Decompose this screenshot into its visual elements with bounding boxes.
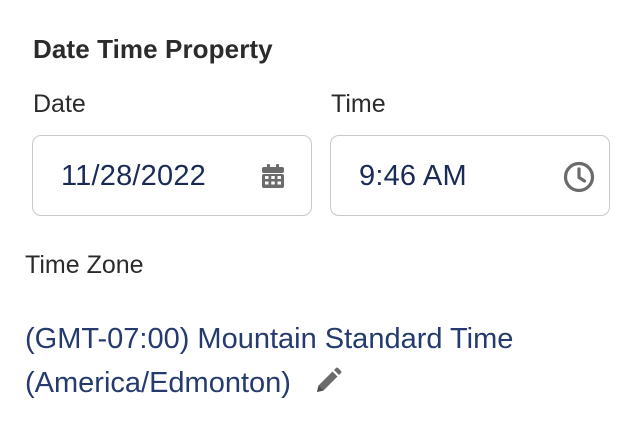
pencil-icon[interactable] — [313, 366, 343, 396]
date-label: Date — [33, 90, 86, 118]
date-value: 11/28/2022 — [61, 160, 206, 192]
time-zone-value-line2-row: (America/Edmonton) — [25, 361, 585, 405]
time-zone-value-line1: (GMT-07:00) Mountain Standard Time — [25, 323, 514, 355]
time-zone-label: Time Zone — [25, 251, 144, 279]
time-input[interactable]: 9:46 AM — [330, 135, 610, 216]
clock-icon[interactable] — [562, 160, 596, 194]
section-title: Date Time Property — [33, 34, 273, 64]
date-time-property-panel: Date Time Property Date Time 11/28/2022 … — [0, 0, 642, 448]
time-zone-value: (GMT-07:00) Mountain Standard Time (Amer… — [25, 317, 585, 405]
time-label: Time — [331, 90, 386, 118]
time-value: 9:46 AM — [359, 160, 467, 192]
calendar-icon[interactable] — [259, 162, 287, 190]
time-zone-value-line2: (America/Edmonton) — [25, 367, 291, 399]
date-input[interactable]: 11/28/2022 — [32, 135, 312, 216]
